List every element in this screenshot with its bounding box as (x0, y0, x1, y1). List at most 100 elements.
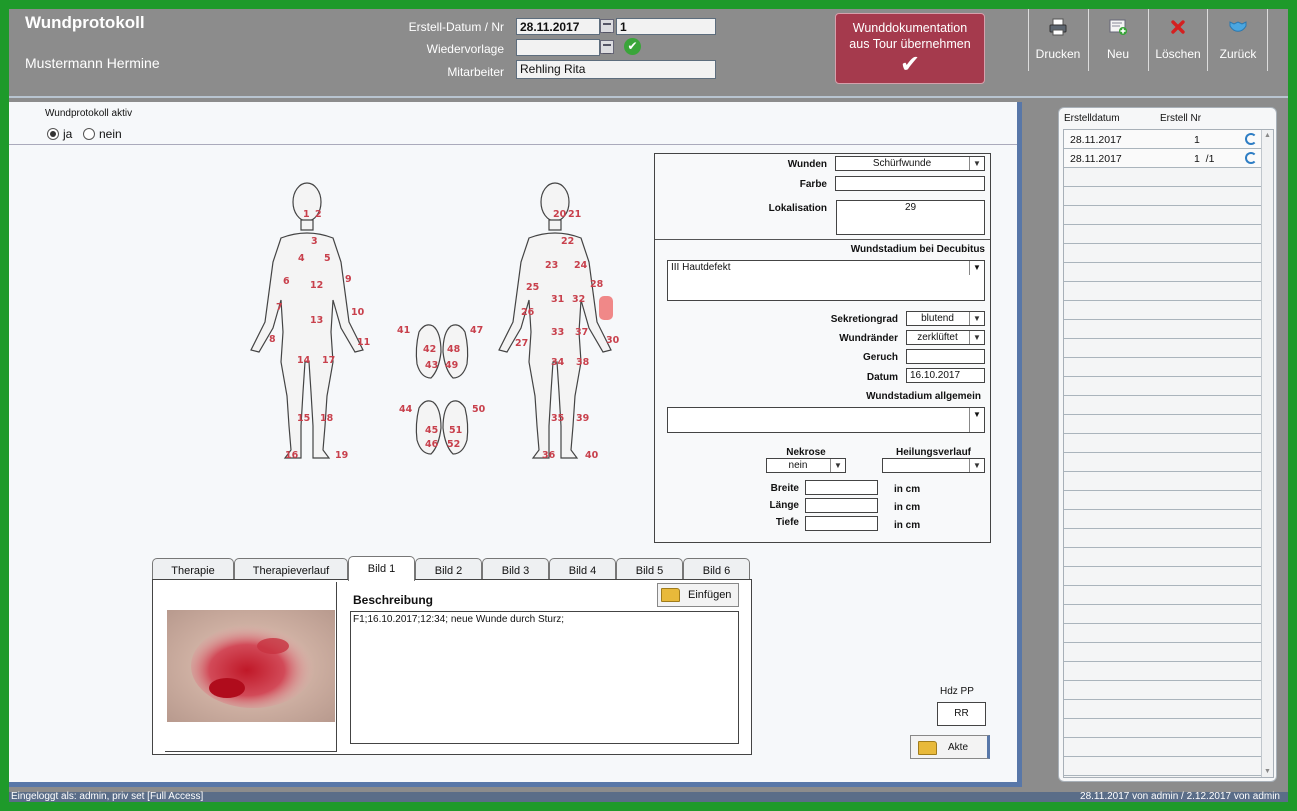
region-26[interactable]: 26 (521, 307, 535, 318)
datum-field[interactable]: 16.10.2017 (906, 368, 985, 383)
region-4[interactable]: 4 (298, 253, 305, 264)
region-48[interactable]: 48 (447, 344, 461, 355)
laenge-field[interactable] (805, 498, 878, 513)
region-47[interactable]: 47 (470, 325, 483, 336)
scrollbar[interactable]: ▲ ▼ (1261, 130, 1273, 777)
scroll-up-icon[interactable]: ▲ (1264, 132, 1271, 139)
region-50[interactable]: 50 (472, 404, 486, 415)
heilung-select[interactable]: ▼ (882, 458, 985, 473)
list-item[interactable]: 28.11.2017 1 (1064, 130, 1261, 149)
einfuegen-button[interactable]: Einfügen (657, 583, 739, 607)
region-43[interactable]: 43 (425, 360, 438, 371)
region-24[interactable]: 24 (574, 260, 588, 271)
region-15[interactable]: 15 (297, 413, 310, 424)
region-22[interactable]: 22 (561, 236, 574, 247)
region-40[interactable]: 40 (585, 450, 599, 461)
tab-bild-5[interactable]: Bild 5 (616, 558, 683, 581)
wound-photo[interactable] (167, 610, 335, 722)
region-41[interactable]: 41 (397, 325, 410, 336)
region-52[interactable]: 52 (447, 439, 460, 450)
tab-therapieverlauf[interactable]: Therapieverlauf (234, 558, 348, 581)
region-17[interactable]: 17 (322, 355, 335, 366)
refresh-icon[interactable] (1245, 133, 1257, 145)
beschreibung-textarea[interactable]: F1;16.10.2017;12:34; neue Wunde durch St… (350, 611, 739, 744)
region-19[interactable]: 19 (335, 450, 348, 461)
region-39[interactable]: 39 (576, 413, 589, 424)
region-31[interactable]: 31 (551, 294, 564, 305)
tour-import-button[interactable]: Wunddokumentation aus Tour übernehmen ✔ (835, 13, 985, 84)
wunden-select[interactable]: Schürfwunde ▼ (835, 156, 985, 171)
nekrose-select[interactable]: nein ▼ (766, 458, 846, 473)
breite-field[interactable] (805, 480, 878, 495)
region-37[interactable]: 37 (575, 327, 588, 338)
region-33[interactable]: 33 (551, 327, 564, 338)
region-16[interactable]: 16 (285, 450, 299, 461)
region-34[interactable]: 34 (551, 357, 565, 368)
region-21[interactable]: 21 (568, 209, 581, 220)
region-44[interactable]: 44 (399, 404, 413, 415)
region-2[interactable]: 2 (315, 209, 322, 220)
chevron-down-icon[interactable]: ▼ (969, 261, 984, 275)
tab-bild-2[interactable]: Bild 2 (415, 558, 482, 581)
hdz-field[interactable]: RR (937, 702, 986, 726)
region-11[interactable]: 11 (357, 337, 370, 348)
new-button[interactable]: Neu (1089, 9, 1147, 71)
region-9[interactable]: 9 (345, 274, 352, 285)
region-51[interactable]: 51 (449, 425, 462, 436)
raender-select[interactable]: zerklüftet ▼ (906, 330, 985, 345)
delete-button[interactable]: Löschen (1149, 9, 1207, 71)
refresh-icon[interactable] (1245, 152, 1257, 164)
farbe-field[interactable] (835, 176, 985, 191)
region-49[interactable]: 49 (445, 360, 458, 371)
calendar-icon[interactable] (600, 19, 614, 33)
region-25[interactable]: 25 (526, 282, 539, 293)
region-14[interactable]: 14 (297, 355, 311, 366)
region-35[interactable]: 35 (551, 413, 564, 424)
wound-marker-29[interactable] (599, 296, 613, 320)
print-button[interactable]: Drucken (1029, 9, 1087, 71)
erstell-date-field[interactable]: 28.11.2017 (516, 18, 600, 35)
radio-ja[interactable] (47, 128, 59, 140)
region-42[interactable]: 42 (423, 344, 436, 355)
region-30[interactable]: 30 (606, 335, 620, 346)
body-map[interactable]: 1 2 3 4 5 6 7 8 9 10 11 12 13 14 17 15 1… (229, 182, 649, 482)
chevron-down-icon[interactable]: ▼ (830, 459, 845, 472)
region-32[interactable]: 32 (572, 294, 585, 305)
mitarbeiter-field[interactable]: Rehling Rita (516, 60, 716, 79)
confirm-check-icon[interactable]: ✔ (624, 38, 641, 55)
chevron-down-icon[interactable]: ▼ (969, 312, 984, 325)
region-7[interactable]: 7 (276, 302, 283, 313)
scroll-down-icon[interactable]: ▼ (1264, 768, 1271, 775)
region-38[interactable]: 38 (576, 357, 590, 368)
region-23[interactable]: 23 (545, 260, 558, 271)
chevron-down-icon[interactable]: ▼ (969, 408, 984, 432)
region-27[interactable]: 27 (515, 338, 528, 349)
region-20[interactable]: 20 (553, 209, 567, 220)
region-12[interactable]: 12 (310, 280, 323, 291)
region-10[interactable]: 10 (351, 307, 365, 318)
region-8[interactable]: 8 (269, 334, 276, 345)
region-5[interactable]: 5 (324, 253, 331, 264)
region-6[interactable]: 6 (283, 276, 290, 287)
chevron-down-icon[interactable]: ▼ (969, 459, 984, 472)
tab-bild-4[interactable]: Bild 4 (549, 558, 616, 581)
region-28[interactable]: 28 (590, 279, 604, 290)
lokalisation-field[interactable]: 29 (836, 200, 985, 235)
back-button[interactable]: Zurück (1209, 9, 1267, 71)
list-item[interactable]: 28.11.2017 1 /1 (1064, 149, 1261, 168)
region-13[interactable]: 13 (310, 315, 323, 326)
chevron-down-icon[interactable]: ▼ (969, 331, 984, 344)
chevron-down-icon[interactable]: ▼ (969, 157, 984, 170)
tab-therapie[interactable]: Therapie (152, 558, 234, 581)
tab-bild-1[interactable]: Bild 1 (348, 556, 415, 581)
region-1[interactable]: 1 (303, 209, 310, 220)
akte-button[interactable]: Akte (910, 735, 990, 759)
region-45[interactable]: 45 (425, 425, 438, 436)
radio-nein[interactable] (83, 128, 95, 140)
calendar-icon[interactable] (600, 40, 614, 54)
erstell-nr-field[interactable]: 1 (616, 18, 716, 35)
tiefe-field[interactable] (805, 516, 878, 531)
region-18[interactable]: 18 (320, 413, 334, 424)
region-36[interactable]: 36 (542, 450, 556, 461)
region-46[interactable]: 46 (425, 439, 439, 450)
